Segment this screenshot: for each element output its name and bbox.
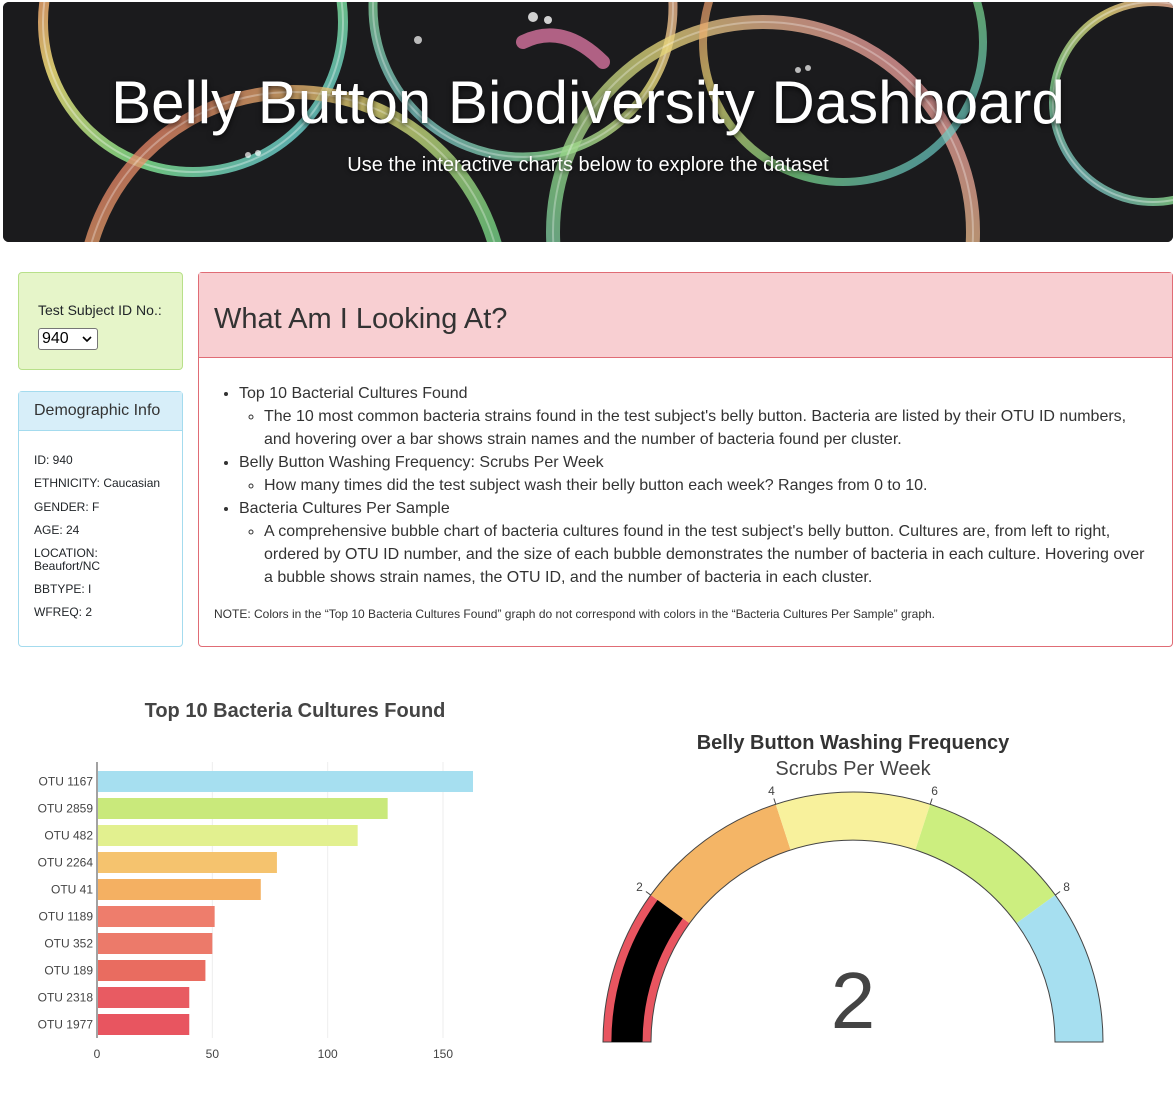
info-card: What Am I Looking At? Top 10 Bacterial C… (198, 272, 1173, 647)
y-tick-label: OTU 1167 (39, 775, 94, 789)
header-banner: Belly Button Biodiversity Dashboard Use … (3, 2, 1173, 242)
info-note: NOTE: Colors in the “Top 10 Bacteria Cul… (214, 607, 936, 621)
bar-otu-482[interactable] (98, 825, 358, 846)
demographic-info-title: Demographic Info (19, 392, 182, 431)
gauge-tick-label: 4 (768, 784, 775, 798)
gauge-band-4-6 (775, 792, 931, 850)
demographic-row-ethnicity: ETHNICITY: Caucasian (34, 476, 161, 490)
info-item-detail: How many times did the test subject wash… (264, 474, 1149, 497)
demographic-row-bbtype: BBTYPE: I (34, 582, 92, 596)
list-item: Bacteria Cultures Per Sample A comprehen… (239, 497, 1149, 589)
x-tick-label: 0 (94, 1047, 101, 1061)
y-tick-label: OTU 352 (44, 937, 93, 951)
bar-otu-1977[interactable] (98, 1014, 190, 1035)
bar-otu-2859[interactable] (98, 798, 388, 819)
y-tick-label: OTU 2859 (38, 802, 94, 816)
gauge-tick-label: 2 (636, 880, 643, 894)
demographic-row-age: AGE: 24 (34, 523, 80, 537)
gauge-band-8-10 (1016, 895, 1103, 1042)
gauge-subtitle: Scrubs Per Week (775, 758, 931, 780)
gauge-tick (929, 798, 933, 805)
bar-otu-1189[interactable] (98, 906, 215, 927)
bar-otu-352[interactable] (98, 933, 213, 954)
demographic-row-gender: GENDER: F (34, 500, 100, 514)
list-item: Belly Button Washing Frequency: Scrubs P… (239, 451, 1149, 497)
gauge-tick (645, 891, 652, 896)
top10-bar-chart[interactable]: Top 10 Bacteria Cultures Found 0 50 100 150 O… (0, 690, 520, 1070)
bar-otu-2318[interactable] (98, 987, 190, 1008)
bar-otu-41[interactable] (98, 879, 261, 900)
gauge-tick-label: 8 (1063, 880, 1070, 894)
demographic-info-card: Demographic Info ID: 940 ETHNICITY: Cauc… (18, 391, 183, 647)
y-tick-label: OTU 2264 (38, 856, 94, 870)
gauge-title: Belly Button Washing Frequency (697, 732, 1010, 754)
page-subtitle: Use the interactive charts below to expl… (347, 154, 829, 176)
list-item: Top 10 Bacterial Cultures Found The 10 m… (239, 382, 1149, 451)
washing-frequency-gauge[interactable]: Belly Button Washing Frequency Scrubs Per… (580, 725, 1140, 1055)
demographic-row-location-value: Beaufort/NC (34, 559, 101, 573)
x-tick-label: 150 (433, 1047, 453, 1061)
x-tick-label: 100 (318, 1047, 338, 1061)
gauge-band-2-4 (650, 804, 791, 924)
info-card-title: What Am I Looking At? (199, 273, 1172, 358)
info-item-heading: Bacteria Cultures Per Sample (239, 500, 450, 517)
y-tick-label: OTU 189 (44, 964, 93, 978)
y-tick-label: OTU 2318 (38, 991, 94, 1005)
y-tick-label: OTU 482 (44, 829, 93, 843)
info-item-heading: Belly Button Washing Frequency: Scrubs P… (239, 454, 604, 471)
info-item-detail: A comprehensive bubble chart of bacteria… (264, 520, 1149, 589)
subject-id-selected-value: 940 (42, 330, 69, 347)
gauge-tick-label: 6 (931, 784, 938, 798)
gauge-tick (1054, 891, 1061, 896)
bar-otu-189[interactable] (98, 960, 206, 981)
subject-id-label: Test Subject ID No.: (38, 302, 162, 318)
demographic-row-wfreq: WFREQ: 2 (34, 605, 93, 619)
bar-chart-title: Top 10 Bacteria Cultures Found (145, 700, 446, 722)
demographic-row-id: ID: 940 (34, 453, 73, 467)
info-list: Top 10 Bacterial Cultures Found The 10 m… (239, 382, 1149, 589)
y-tick-label: OTU 1189 (39, 910, 94, 924)
gauge-band-6-8 (915, 804, 1056, 924)
page-title: Belly Button Biodiversity Dashboard (111, 69, 1065, 136)
subject-id-dropdown[interactable]: 940 (38, 328, 98, 350)
x-tick-label: 50 (206, 1047, 220, 1061)
gauge-tick (773, 798, 777, 805)
y-tick-label: OTU 1977 (38, 1018, 94, 1032)
bar-otu-2264[interactable] (98, 852, 277, 873)
subject-selector-card: Test Subject ID No.: (18, 272, 183, 370)
bar-otu-1167[interactable] (98, 771, 473, 792)
chevron-down-icon (82, 336, 92, 343)
info-item-heading: Top 10 Bacterial Cultures Found (239, 385, 468, 402)
y-tick-label: OTU 41 (51, 883, 93, 897)
info-item-detail: The 10 most common bacteria strains foun… (264, 405, 1149, 451)
gauge-value-number: 2 (831, 956, 876, 1045)
